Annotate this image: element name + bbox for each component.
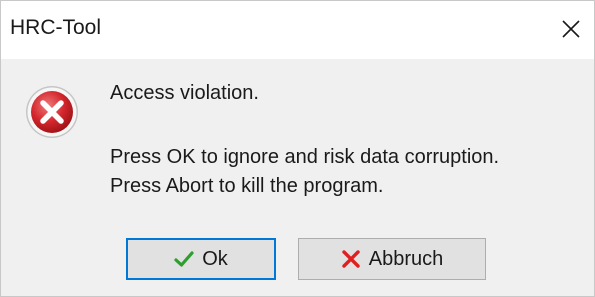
title-bar: HRC-Tool [1,1,594,59]
x-icon [342,250,360,268]
close-button[interactable] [548,1,594,59]
abort-button[interactable]: Abbruch [298,238,486,280]
message-line-1: Access violation. [110,82,259,104]
check-icon [174,251,194,267]
ok-button-label: Ok [202,247,228,270]
message-line-3: Press Abort to kill the program. [110,175,384,197]
ok-button[interactable]: Ok [126,238,276,280]
message-area: Access violation. Press OK to ignore and… [1,59,594,225]
abort-button-label: Abbruch [368,247,444,270]
error-icon [26,86,78,138]
window-title: HRC-Tool [10,16,102,39]
close-icon [562,20,580,38]
error-dialog: HRC-Tool Access violation. Press OK to i… [0,0,595,297]
message-line-2: Press OK to ignore and risk data corrupt… [110,146,500,168]
